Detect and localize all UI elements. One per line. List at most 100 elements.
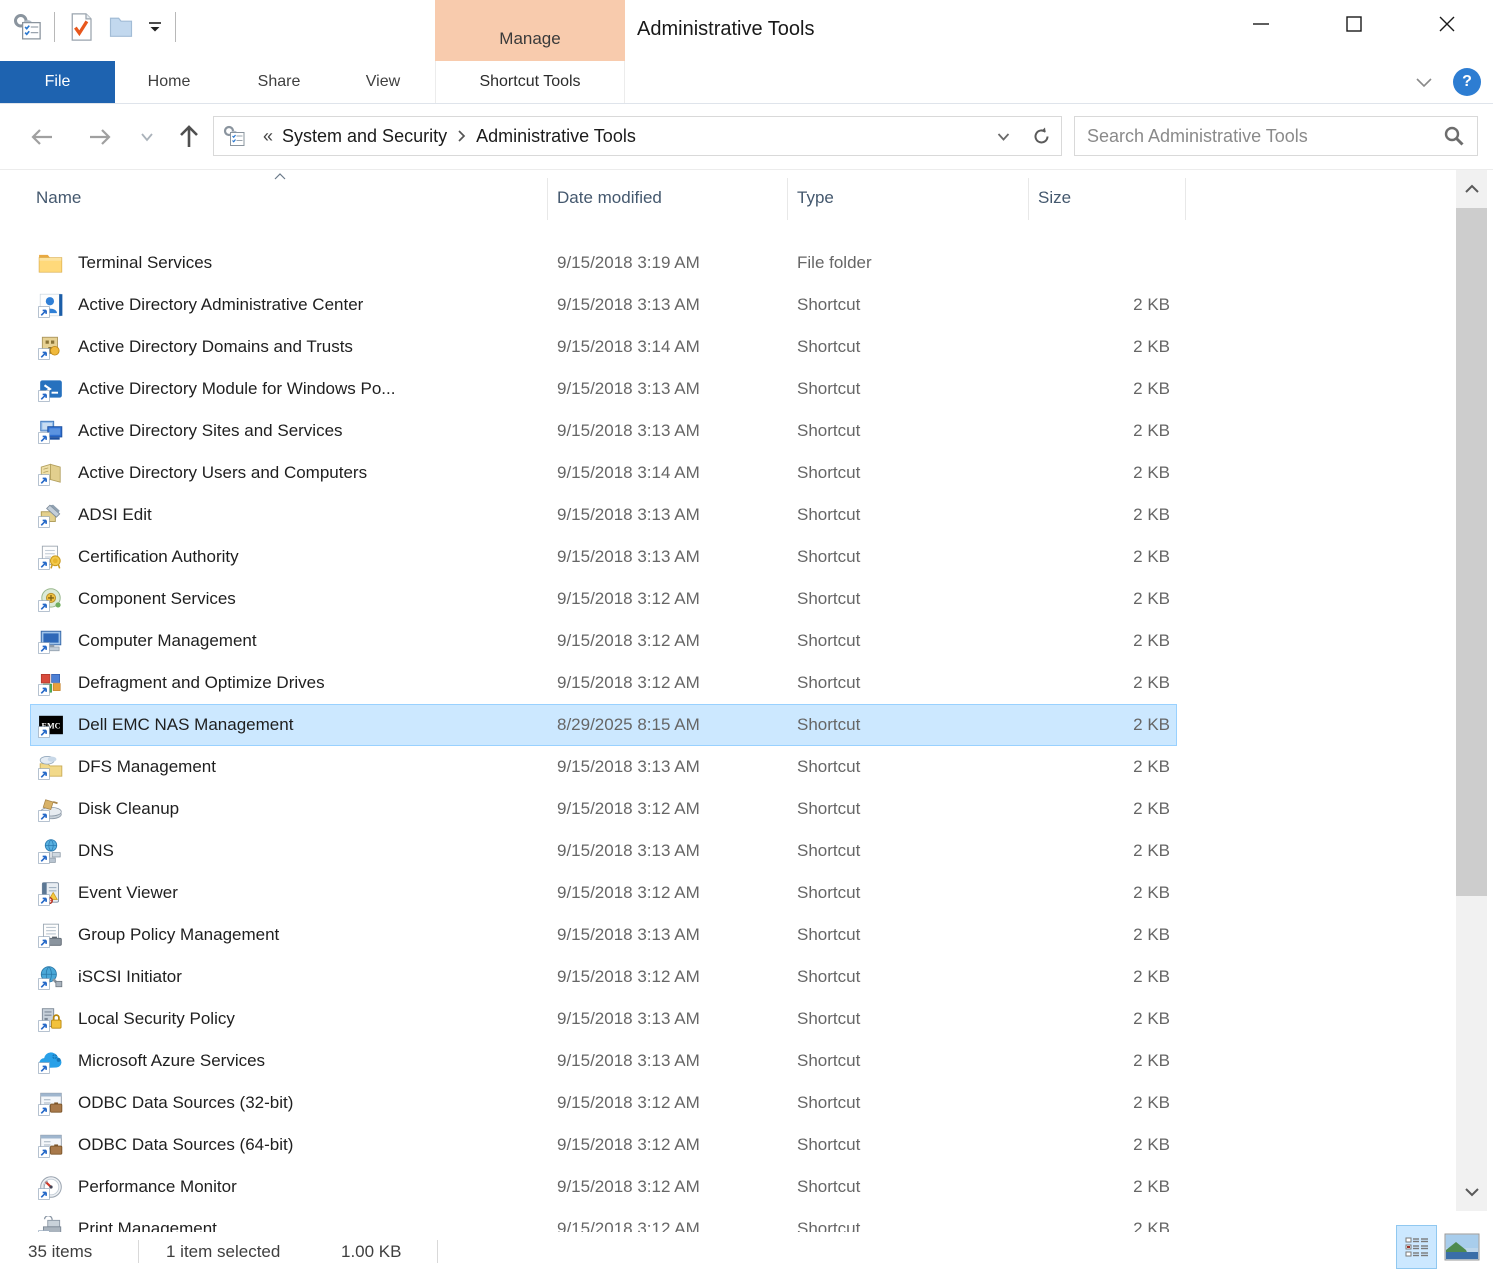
file-row[interactable]: iSCSI Initiator 9/15/2018 3:12 AM Shortc…	[0, 956, 1456, 998]
file-type: Shortcut	[797, 620, 860, 662]
up-icon[interactable]	[170, 104, 208, 170]
breadcrumb-collapsed[interactable]: «	[263, 126, 273, 147]
file-row[interactable]: DNS 9/15/2018 3:13 AM Shortcut 2 KB	[0, 830, 1456, 872]
back-icon[interactable]	[24, 104, 60, 170]
file-name: Disk Cleanup	[78, 788, 179, 830]
minimize-button[interactable]	[1214, 0, 1307, 47]
file-row[interactable]: Component Services 9/15/2018 3:12 AM Sho…	[0, 578, 1456, 620]
tab-file[interactable]: File	[0, 61, 115, 103]
file-type: Shortcut	[797, 662, 860, 704]
file-row[interactable]: ODBC Data Sources (64-bit) 9/15/2018 3:1…	[0, 1124, 1456, 1166]
file-row[interactable]: Disk Cleanup 9/15/2018 3:12 AM Shortcut …	[0, 788, 1456, 830]
file-type: Shortcut	[797, 830, 860, 872]
tab-home[interactable]: Home	[125, 61, 213, 103]
file-size: 2 KB	[1038, 1082, 1170, 1124]
file-row[interactable]: Certification Authority 9/15/2018 3:13 A…	[0, 536, 1456, 578]
azure-services-icon	[38, 1040, 64, 1082]
qat-customize-icon[interactable]	[147, 19, 163, 35]
properties-check-icon[interactable]	[67, 12, 95, 42]
tab-share[interactable]: Share	[233, 61, 325, 103]
column-header-size[interactable]: Size	[1038, 188, 1071, 208]
file-row[interactable]: DFS Management 9/15/2018 3:13 AM Shortcu…	[0, 746, 1456, 788]
file-type: Shortcut	[797, 1208, 860, 1232]
breadcrumb-chevron-icon[interactable]	[456, 129, 467, 143]
column-separator[interactable]	[547, 178, 548, 220]
certification-authority-icon	[38, 536, 64, 578]
file-date-modified: 9/15/2018 3:19 AM	[557, 242, 700, 284]
close-button[interactable]	[1400, 0, 1493, 47]
search-icon[interactable]	[1443, 125, 1465, 147]
file-row[interactable]: Print Management 9/15/2018 3:12 AM Short…	[0, 1208, 1456, 1232]
details-view-button[interactable]	[1396, 1225, 1437, 1269]
dns-icon	[38, 830, 64, 872]
file-row[interactable]: Computer Management 9/15/2018 3:12 AM Sh…	[0, 620, 1456, 662]
file-name: Component Services	[78, 578, 236, 620]
forward-icon[interactable]	[82, 104, 118, 170]
file-name: DFS Management	[78, 746, 216, 788]
file-date-modified: 9/15/2018 3:13 AM	[557, 830, 700, 872]
file-size: 2 KB	[1038, 746, 1170, 788]
file-row[interactable]: ODBC Data Sources (32-bit) 9/15/2018 3:1…	[0, 1082, 1456, 1124]
file-date-modified: 9/15/2018 3:13 AM	[557, 914, 700, 956]
column-header-name[interactable]: Name	[36, 188, 81, 208]
new-folder-icon[interactable]	[107, 13, 135, 41]
address-bar[interactable]: « System and Security Administrative Too…	[213, 116, 1023, 156]
file-row[interactable]: ADSI Edit 9/15/2018 3:13 AM Shortcut 2 K…	[0, 494, 1456, 536]
sort-ascending-icon	[272, 172, 288, 181]
file-row[interactable]: EMC Dell EMC NAS Management 8/29/2025 8:…	[0, 704, 1456, 746]
file-row[interactable]: Active Directory Module for Windows Po..…	[0, 368, 1456, 410]
file-date-modified: 9/15/2018 3:12 AM	[557, 1124, 700, 1166]
thumbnails-view-button[interactable]	[1444, 1233, 1480, 1261]
qat-separator	[175, 12, 176, 42]
file-name: Terminal Services	[78, 242, 212, 284]
file-size: 2 KB	[1038, 788, 1170, 830]
file-row[interactable]: Active Directory Administrative Center 9…	[0, 284, 1456, 326]
expand-ribbon-icon[interactable]	[1413, 72, 1435, 92]
file-row[interactable]: Microsoft Azure Services 9/15/2018 3:13 …	[0, 1040, 1456, 1082]
vertical-scrollbar[interactable]	[1456, 170, 1487, 1211]
column-separator[interactable]	[787, 178, 788, 220]
file-size: 2 KB	[1038, 998, 1170, 1040]
file-row[interactable]: Defragment and Optimize Drives 9/15/2018…	[0, 662, 1456, 704]
refresh-icon[interactable]	[1022, 116, 1062, 156]
column-separator[interactable]	[1185, 178, 1186, 220]
tab-shortcut-tools[interactable]: Shortcut Tools	[435, 61, 625, 103]
print-management-icon	[38, 1208, 64, 1232]
file-row[interactable]: Active Directory Sites and Services 9/15…	[0, 410, 1456, 452]
column-header-type[interactable]: Type	[797, 188, 834, 208]
column-header-date-modified[interactable]: Date modified	[557, 188, 662, 208]
scroll-up-icon[interactable]	[1456, 170, 1487, 208]
file-row[interactable]: Local Security Policy 9/15/2018 3:13 AM …	[0, 998, 1456, 1040]
search-box[interactable]: Search Administrative Tools	[1074, 116, 1478, 156]
file-type: File folder	[797, 242, 872, 284]
address-dropdown-icon[interactable]	[995, 129, 1012, 144]
tab-view[interactable]: View	[343, 61, 423, 103]
file-row[interactable]: Terminal Services 9/15/2018 3:19 AM File…	[0, 242, 1456, 284]
breadcrumb-item-administrative-tools[interactable]: Administrative Tools	[476, 126, 636, 147]
file-name: Active Directory Sites and Services	[78, 410, 343, 452]
maximize-button[interactable]	[1307, 0, 1400, 47]
breadcrumb-item-system-and-security[interactable]: System and Security	[282, 126, 447, 147]
help-icon[interactable]: ?	[1453, 68, 1481, 96]
file-row[interactable]: Active Directory Domains and Trusts 9/15…	[0, 326, 1456, 368]
column-separator[interactable]	[1028, 178, 1029, 220]
address-folder-icon	[222, 124, 246, 148]
scroll-down-icon[interactable]	[1456, 1173, 1487, 1211]
file-size: 2 KB	[1038, 1124, 1170, 1166]
file-type: Shortcut	[797, 1124, 860, 1166]
file-name: iSCSI Initiator	[78, 956, 182, 998]
file-size: 2 KB	[1038, 662, 1170, 704]
file-row[interactable]: Performance Monitor 9/15/2018 3:12 AM Sh…	[0, 1166, 1456, 1208]
scrollbar-thumb[interactable]	[1456, 208, 1487, 896]
file-date-modified: 9/15/2018 3:13 AM	[557, 998, 700, 1040]
manage-contextual-header[interactable]: Manage	[435, 0, 625, 61]
search-input[interactable]: Search Administrative Tools	[1087, 126, 1443, 147]
file-name: Active Directory Users and Computers	[78, 452, 367, 494]
file-name: ODBC Data Sources (64-bit)	[78, 1124, 293, 1166]
file-row[interactable]: Group Policy Management 9/15/2018 3:13 A…	[0, 914, 1456, 956]
file-size: 2 KB	[1038, 830, 1170, 872]
file-row[interactable]: Event Viewer 9/15/2018 3:12 AM Shortcut …	[0, 872, 1456, 914]
admin-tools-app-icon[interactable]	[12, 12, 42, 42]
recent-locations-icon[interactable]	[134, 104, 160, 170]
file-row[interactable]: Active Directory Users and Computers 9/1…	[0, 452, 1456, 494]
